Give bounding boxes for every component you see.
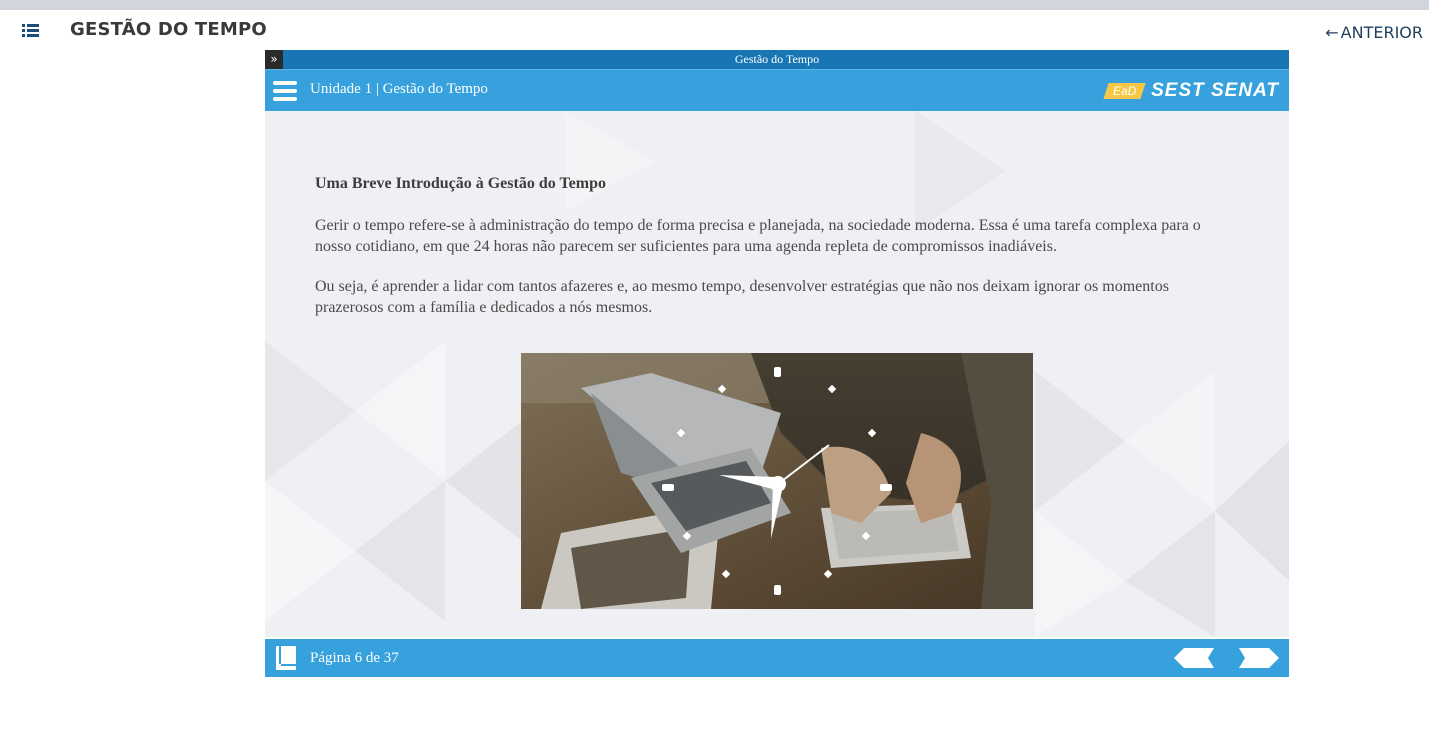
paragraph: Ou seja, é aprender a lidar com tantos a… (315, 278, 1169, 316)
page-title: GESTÃO DO TEMPO (70, 19, 267, 40)
next-page-button[interactable] (1239, 648, 1279, 668)
book-icon[interactable] (275, 645, 297, 671)
previous-page-button[interactable] (1174, 648, 1214, 668)
ead-badge: EaD (1103, 83, 1146, 99)
slide-content: Uma Breve Introdução à Gestão do Tempo G… (265, 111, 1289, 637)
brand-name: SEST SENAT (1151, 80, 1279, 101)
browser-top-strip (0, 0, 1429, 10)
expand-button[interactable]: » (265, 50, 283, 69)
player-window-title: Gestão do Tempo (734, 52, 820, 66)
paragraph: Gerir o tempo refere-se à administração … (315, 217, 1201, 255)
player-footer: Página 6 de 37 (265, 639, 1289, 677)
laptop-clock-photo (521, 353, 1033, 609)
brand-logo: EaD SEST SENAT (1103, 80, 1279, 102)
player-title-bar: » Gestão do Tempo (265, 50, 1289, 69)
unit-title: Unidade 1 | Gestão do Tempo (310, 81, 488, 97)
player-header: Unidade 1 | Gestão do Tempo EaD SEST SEN… (265, 69, 1289, 111)
previous-link[interactable]: ← ANTERIOR (1325, 23, 1423, 42)
page-counter: Página 6 de 37 (310, 650, 399, 666)
list-menu-icon[interactable] (22, 24, 39, 38)
content-heading: Uma Breve Introdução à Gestão do Tempo (315, 175, 606, 192)
arrow-left-icon: ← (1325, 23, 1339, 42)
hamburger-menu-icon[interactable] (273, 81, 297, 101)
course-player: » Gestão do Tempo Unidade 1 | Gestão do … (265, 50, 1289, 677)
previous-link-label: ANTERIOR (1340, 23, 1423, 42)
